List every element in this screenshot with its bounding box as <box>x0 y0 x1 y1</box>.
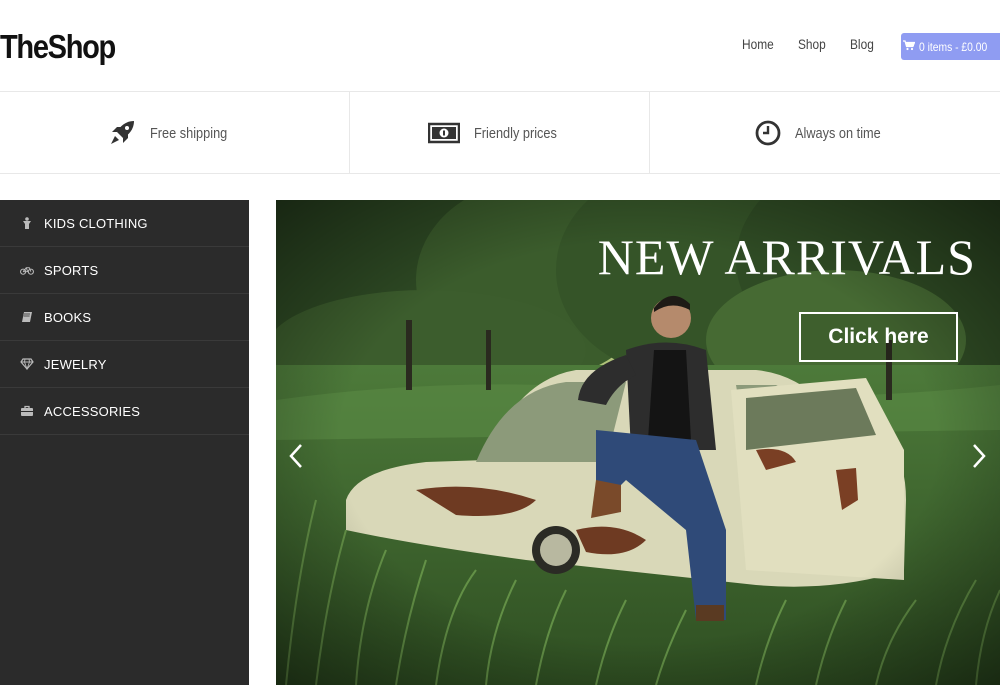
bicycle-icon <box>20 263 34 277</box>
feature-free-shipping: Free shipping <box>0 92 350 174</box>
chevron-left-icon <box>289 443 303 474</box>
briefcase-icon <box>20 404 34 418</box>
slide-headline: NEW ARRIVALS <box>597 229 976 285</box>
feature-label: Free shipping <box>150 124 228 142</box>
sidebar-item-label: KIDS CLOTHING <box>44 215 148 231</box>
sidebar-item-books[interactable]: BOOKS <box>0 294 249 341</box>
book-icon <box>20 310 34 324</box>
cart-button[interactable]: 0 items - £0.00 <box>901 33 1000 60</box>
feature-label: Always on time <box>794 124 881 142</box>
nav-home-link[interactable]: Home <box>742 36 774 52</box>
features-strip: Free shipping Friendly prices Always on … <box>0 92 1000 174</box>
slider-next-arrow[interactable] <box>967 440 991 476</box>
sidebar-item-label: JEWELRY <box>44 356 107 372</box>
diamond-icon <box>20 357 34 371</box>
clock-icon <box>755 120 781 146</box>
site-logo[interactable]: TheShop <box>0 28 116 66</box>
sidebar-item-jewelry[interactable]: JEWELRY <box>0 341 249 388</box>
feature-always-on-time: Always on time <box>650 92 1000 174</box>
sidebar-item-accessories[interactable]: ACCESSORIES <box>0 388 249 435</box>
sidebar-item-label: ACCESSORIES <box>44 403 141 419</box>
hero-slider: NEW ARRIVALS Click here <box>276 200 1000 685</box>
slider-prev-arrow[interactable] <box>284 440 308 476</box>
chevron-right-icon <box>972 443 986 474</box>
sidebar-item-label: BOOKS <box>44 309 92 325</box>
sidebar-item-label: SPORTS <box>44 262 99 278</box>
category-sidebar: KIDS CLOTHING SPORTS BOOKS JEWELRY ACCES… <box>0 200 249 685</box>
nav-blog-link[interactable]: Blog <box>850 36 874 52</box>
cart-icon <box>902 39 916 54</box>
child-icon <box>20 216 34 230</box>
feature-label: Friendly prices <box>473 124 557 142</box>
sidebar-item-kids-clothing[interactable]: KIDS CLOTHING <box>0 200 249 247</box>
site-header: TheShop Home Shop Blog 0 items - £0.00 <box>0 0 1000 92</box>
rocket-icon <box>108 119 136 147</box>
click-here-button[interactable]: Click here <box>799 312 958 362</box>
banknote-icon <box>427 122 460 144</box>
sidebar-item-sports[interactable]: SPORTS <box>0 247 249 294</box>
feature-friendly-prices: Friendly prices <box>350 92 650 174</box>
nav-shop-link[interactable]: Shop <box>798 36 826 52</box>
cart-summary: 0 items - £0.00 <box>918 39 988 54</box>
